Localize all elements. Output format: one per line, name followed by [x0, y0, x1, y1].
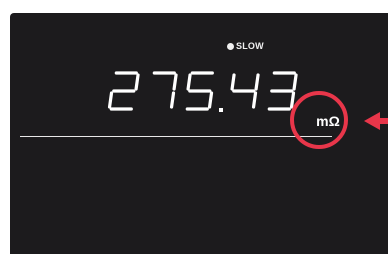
- digit-7: [152, 71, 178, 109]
- indicator-dot-icon: [227, 42, 234, 50]
- highlight-circle: [290, 91, 348, 149]
- segment-f: [230, 73, 236, 91]
- segment-b: [254, 73, 260, 91]
- segment-e: [107, 91, 114, 109]
- decimal-point: [219, 108, 223, 112]
- digit-2: [107, 71, 140, 111]
- digit-4: [230, 73, 260, 109]
- segment-c: [207, 91, 214, 109]
- digit-3: [267, 71, 298, 111]
- digit-5: [185, 71, 214, 111]
- segment-f: [186, 73, 192, 91]
- indicator-label: SLOW: [236, 41, 264, 51]
- segment-b: [172, 73, 178, 91]
- segment-b: [134, 73, 140, 91]
- segment-c: [251, 91, 258, 109]
- slow-mode-indicator: SLOW: [227, 40, 264, 52]
- seven-segment-reading: [107, 71, 298, 112]
- segment-c: [169, 91, 176, 109]
- segment-b: [292, 73, 298, 91]
- measurement-reading: [105, 71, 298, 117]
- display-divider: [20, 136, 332, 137]
- pointer-arrow-icon: [364, 112, 388, 130]
